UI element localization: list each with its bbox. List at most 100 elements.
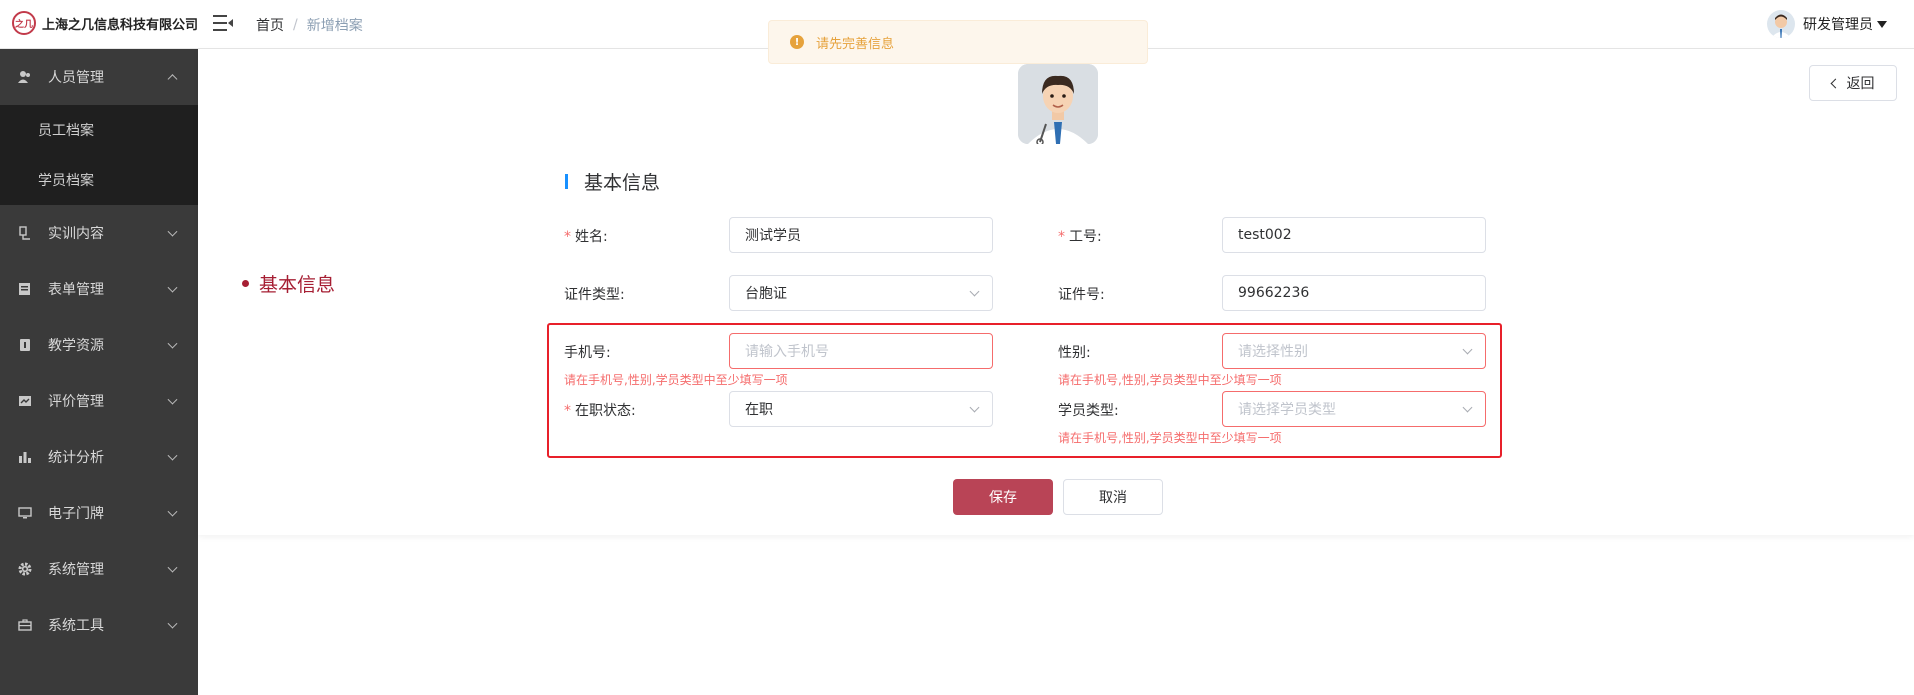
chevron-down-icon	[167, 618, 178, 629]
phone-error: 请在手机号,性别,学员类型中至少填写一项	[564, 373, 788, 387]
breadcrumb-home[interactable]: 首页	[256, 15, 284, 35]
resource-icon	[18, 338, 32, 352]
training-icon	[18, 226, 32, 240]
chevron-down-icon	[167, 338, 178, 349]
chevron-down-icon	[167, 394, 178, 405]
anchor-dot	[242, 280, 249, 287]
student-type-label: 学员类型:	[1058, 403, 1119, 419]
sidebar-subitem-students[interactable]: 学员档案	[0, 155, 198, 205]
chevron-up-icon	[167, 74, 178, 85]
menu-toggle-icon[interactable]	[213, 14, 233, 32]
company-logo[interactable]: 之几 上海之几信息科技有限公司	[12, 11, 198, 35]
required-mark: *	[564, 229, 571, 245]
back-label: 返回	[1846, 76, 1875, 92]
required-mark: *	[1058, 229, 1065, 245]
status-label: * 在职状态:	[564, 403, 636, 419]
sidebar-item-signage[interactable]: 电子门牌	[0, 485, 198, 541]
student-type-select-placeholder: 请选择学员类型	[1238, 402, 1336, 418]
student-type-error: 请在手机号,性别,学员类型中至少填写一项	[1058, 431, 1282, 445]
chevron-down-icon	[167, 226, 178, 237]
chevron-down-icon	[1462, 344, 1473, 355]
sidebar-item-tools[interactable]: 系统工具	[0, 597, 198, 653]
sidebar-item-personnel[interactable]: 人员管理	[0, 49, 198, 105]
sidebar: 人员管理 员工档案 学员档案 实训内容 表单管理 教学资源 评价管理 统计分析 …	[0, 49, 198, 695]
phone-label: 手机号:	[564, 345, 611, 361]
company-name: 上海之几信息科技有限公司	[42, 17, 199, 33]
job-no-input-value: test002	[1238, 227, 1292, 243]
anchor-label: 基本信息	[259, 274, 336, 296]
id-type-label: 证件类型:	[564, 287, 625, 303]
id-no-label: 证件号:	[1058, 287, 1105, 303]
warning-toast: ! 请先完善信息	[768, 20, 1148, 64]
phone-input[interactable]: 请输入手机号	[729, 333, 993, 369]
job-no-label: * 工号:	[1058, 229, 1102, 245]
submenu-personnel: 员工档案 学员档案	[0, 105, 198, 205]
phone-input-placeholder: 请输入手机号	[745, 344, 829, 360]
chevron-left-icon	[1830, 78, 1840, 88]
gender-select-placeholder: 请选择性别	[1238, 344, 1308, 360]
name-label: * 姓名:	[564, 229, 608, 245]
student-type-select[interactable]: 请选择学员类型	[1222, 391, 1486, 427]
sidebar-item-label: 系统工具	[48, 618, 104, 634]
id-type-select-value: 台胞证	[745, 286, 787, 302]
chevron-down-icon	[969, 402, 980, 413]
sidebar-item-label: 人员管理	[48, 70, 104, 86]
status-select[interactable]: 在职	[729, 391, 993, 427]
sidebar-item-label: 评价管理	[48, 394, 104, 410]
breadcrumb-current: 新增档案	[306, 18, 363, 34]
avatar	[1767, 10, 1795, 38]
sidebar-item-training[interactable]: 实训内容	[0, 205, 198, 261]
sidebar-item-label: 教学资源	[48, 338, 104, 354]
sidebar-item-system[interactable]: 系统管理	[0, 541, 198, 597]
job-no-input[interactable]: test002	[1222, 217, 1486, 253]
id-no-input[interactable]: 99662236	[1222, 275, 1486, 311]
chevron-down-icon	[167, 282, 178, 293]
caret-down-icon	[1877, 20, 1887, 28]
chevron-down-icon	[167, 562, 178, 573]
section-title: 基本信息	[565, 168, 660, 195]
chevron-down-icon	[969, 286, 980, 297]
sidebar-item-label: 实训内容	[48, 226, 104, 242]
sidebar-item-label: 系统管理	[48, 562, 104, 578]
chevron-down-icon	[167, 506, 178, 517]
profile-photo[interactable]	[1018, 64, 1098, 144]
chart-icon	[18, 450, 32, 464]
name-input[interactable]: 测试学员	[729, 217, 993, 253]
sidebar-item-forms[interactable]: 表单管理	[0, 261, 198, 317]
toast-text: 请先完善信息	[816, 36, 895, 52]
sidebar-subitem-staff[interactable]: 员工档案	[0, 105, 198, 155]
name-input-value: 测试学员	[745, 228, 801, 244]
required-mark: *	[564, 403, 571, 419]
form-icon	[18, 282, 32, 296]
chevron-down-icon	[167, 450, 178, 461]
logo-icon: 之几	[12, 11, 36, 35]
evaluation-icon	[18, 394, 32, 408]
gender-select[interactable]: 请选择性别	[1222, 333, 1486, 369]
sidebar-item-statistics[interactable]: 统计分析	[0, 429, 198, 485]
id-type-select[interactable]: 台胞证	[729, 275, 993, 311]
id-no-input-value: 99662236	[1238, 285, 1310, 301]
back-button[interactable]: 返回	[1809, 65, 1897, 101]
sidebar-item-label: 表单管理	[48, 282, 104, 298]
gender-error: 请在手机号,性别,学员类型中至少填写一项	[1058, 373, 1282, 387]
gear-icon	[18, 562, 32, 576]
user-name: 研发管理员	[1803, 17, 1873, 33]
sidebar-item-evaluation[interactable]: 评价管理	[0, 373, 198, 429]
user-icon	[18, 70, 32, 84]
chevron-down-icon	[1462, 402, 1473, 413]
warning-icon: !	[790, 35, 804, 49]
sidebar-item-resources[interactable]: 教学资源	[0, 317, 198, 373]
breadcrumb-separator: /	[293, 17, 298, 33]
sidebar-item-label: 统计分析	[48, 450, 104, 466]
status-select-value: 在职	[745, 402, 773, 418]
toolbox-icon	[18, 618, 32, 632]
cancel-button[interactable]: 取消	[1063, 479, 1163, 515]
anchor-basic-info[interactable]: 基本信息	[242, 270, 335, 297]
save-button[interactable]: 保存	[953, 479, 1053, 515]
display-icon	[18, 506, 32, 520]
breadcrumb: 首页 / 新增档案	[256, 15, 363, 35]
section-title-text: 基本信息	[584, 172, 661, 194]
sidebar-item-label: 电子门牌	[48, 506, 104, 522]
section-title-bar	[565, 174, 568, 189]
user-menu[interactable]: 研发管理员	[1767, 10, 1887, 38]
